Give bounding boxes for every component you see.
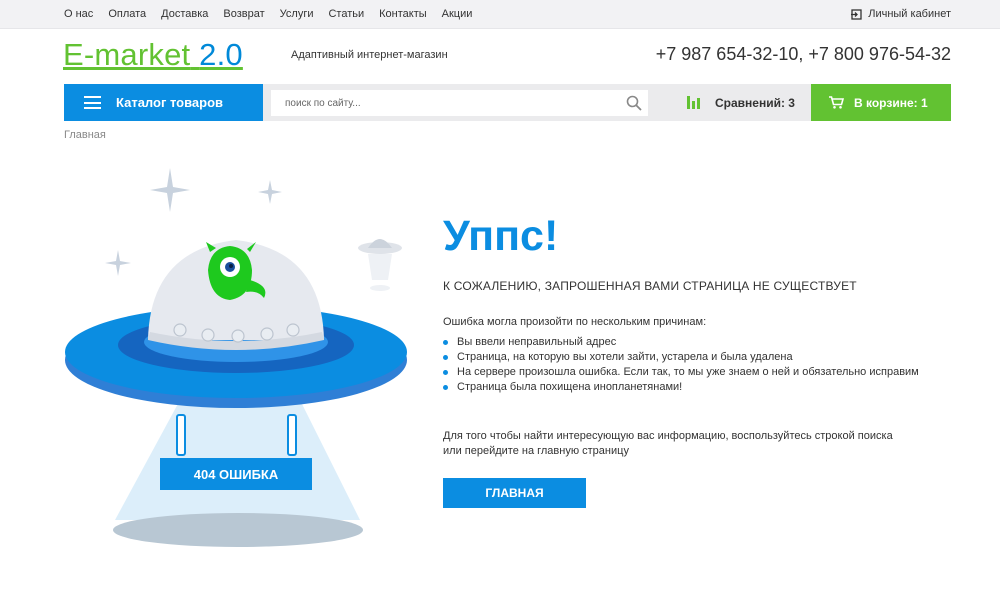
login-icon xyxy=(851,8,862,20)
breadcrumb-home[interactable]: Главная xyxy=(64,129,106,141)
top-nav-link-payment[interactable]: Оплата xyxy=(108,8,146,20)
main-navbar: Каталог товаров Сравнений: 3 В корзине: … xyxy=(64,84,951,121)
account-link[interactable]: Личный кабинет xyxy=(851,0,951,28)
error-intro: Ошибка могла произойти по нескольким при… xyxy=(443,316,707,328)
error-hint: Для того чтобы найти интересующую вас ин… xyxy=(443,430,893,457)
cart-icon xyxy=(829,96,844,109)
breadcrumb: Главная xyxy=(64,129,106,141)
account-link-label: Личный кабинет xyxy=(868,8,951,20)
catalog-button[interactable]: Каталог товаров xyxy=(64,84,263,121)
compare-chart-icon xyxy=(687,96,702,109)
top-nav-link-promotions[interactable]: Акции xyxy=(442,8,473,20)
phone-numbers[interactable]: +7 987 654-32-10, +7 800 976-54-32 xyxy=(656,44,951,65)
compare-link[interactable]: Сравнений: 3 xyxy=(687,84,795,121)
search-box xyxy=(271,90,648,116)
error-subtitle: К сожалению, запрошенная вами страница н… xyxy=(443,279,857,293)
error-content: Уппс! К сожалению, запрошенная вами стра… xyxy=(443,212,963,508)
logo[interactable]: E-market 2.0 xyxy=(63,37,243,73)
list-item: На сервере произошла ошибка. Если так, т… xyxy=(443,365,963,380)
list-item: Вы ввели неправильный адрес xyxy=(443,335,963,350)
top-nav-link-services[interactable]: Услуги xyxy=(280,8,314,20)
small-ufo-icon xyxy=(358,239,402,291)
search-icon[interactable] xyxy=(626,95,642,111)
logo-main: E-market xyxy=(63,37,191,72)
top-nav: О нас Оплата Доставка Возврат Услуги Ста… xyxy=(64,0,487,28)
search-input[interactable] xyxy=(271,91,611,115)
catalog-button-label: Каталог товаров xyxy=(116,95,224,110)
error-reasons-list: Вы ввели неправильный адрес Страница, на… xyxy=(443,335,963,395)
home-button[interactable]: Главная xyxy=(443,478,586,508)
list-item: Страница, на которую вы хотели зайти, ус… xyxy=(443,350,963,365)
top-nav-link-contacts[interactable]: Контакты xyxy=(379,8,427,20)
top-bar: О нас Оплата Доставка Возврат Услуги Ста… xyxy=(0,0,1000,29)
top-nav-link-about[interactable]: О нас xyxy=(64,8,93,20)
top-nav-link-delivery[interactable]: Доставка xyxy=(161,8,208,20)
cart-label: В корзине: 1 xyxy=(854,95,928,110)
error-badge: 404 ошибка xyxy=(160,458,312,490)
error-title: Уппс! xyxy=(443,212,559,260)
cart-button[interactable]: В корзине: 1 xyxy=(811,84,951,121)
top-nav-link-articles[interactable]: Статьи xyxy=(328,8,364,20)
list-item: Страница была похищена инопланетянами! xyxy=(443,380,963,395)
logo-version: 2.0 xyxy=(199,37,243,72)
tagline: Адаптивный интернет-магазин xyxy=(291,49,448,61)
menu-icon xyxy=(84,96,101,109)
header: E-market 2.0 Адаптивный интернет-магазин… xyxy=(0,29,1000,83)
compare-label: Сравнений: 3 xyxy=(715,95,795,110)
ufo-illustration xyxy=(65,168,407,547)
top-nav-link-returns[interactable]: Возврат xyxy=(223,8,264,20)
